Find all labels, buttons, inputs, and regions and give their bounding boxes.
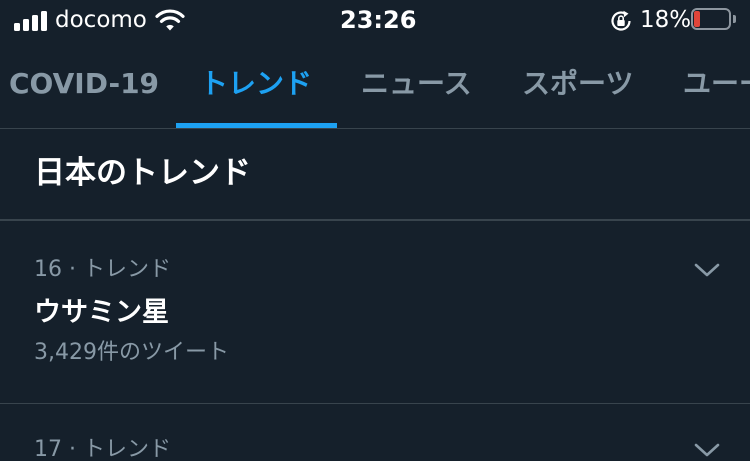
battery-cap <box>733 15 736 23</box>
trend-rank-label: 16 · トレンド <box>34 257 171 282</box>
wifi-icon <box>155 9 185 31</box>
trend-tweet-count: 3,429件のツイート <box>34 340 229 365</box>
battery-level-fill <box>694 11 700 27</box>
explore-tab-bar: COVID-19 トレンド ニュース スポーツ ユーー <box>0 42 750 128</box>
trend-rank-label: 17 · トレンド <box>34 437 171 461</box>
section-divider <box>0 219 750 221</box>
tab-covid-19[interactable]: COVID-19 <box>9 66 159 102</box>
carrier-name: docomo <box>55 7 147 33</box>
tab-user-partial[interactable]: ユーー <box>683 66 750 102</box>
battery-percentage: 18% <box>640 7 692 33</box>
twitter-explore-screen: docomo 23:26 18% COVID-19 トレンド ニュース スポーツ… <box>0 0 750 461</box>
tab-news[interactable]: ニュース <box>361 66 472 102</box>
trend-name[interactable]: ウサミン星 <box>34 296 169 330</box>
section-title: 日本のトレンド <box>34 155 251 191</box>
orientation-lock-icon <box>611 10 631 31</box>
tab-bar-divider <box>0 128 750 129</box>
chevron-down-icon[interactable] <box>693 441 721 459</box>
tab-trends[interactable]: トレンド <box>200 66 312 102</box>
trend-divider <box>0 403 750 404</box>
chevron-down-icon[interactable] <box>693 261 721 279</box>
tab-sports[interactable]: スポーツ <box>522 66 633 102</box>
clock-time: 23:26 <box>340 6 417 34</box>
status-bar: docomo 23:26 18% <box>0 0 750 42</box>
signal-icon <box>14 11 48 31</box>
